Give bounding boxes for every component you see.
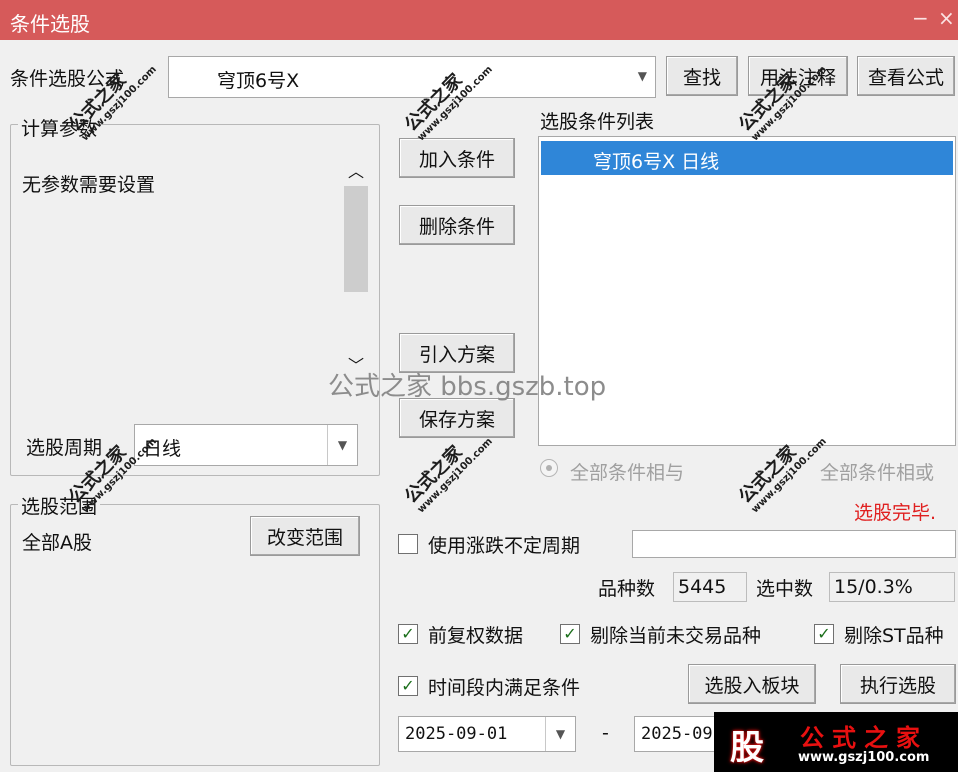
forward-adjust-checkbox[interactable]: ✓ [398,624,418,644]
params-scrollbar[interactable]: ︿ ﹀ [342,156,370,378]
status-text: 选股完毕. [854,502,937,524]
date-to-input[interactable]: 2025-09 [634,716,718,752]
save-scheme-button[interactable]: 保存方案 [399,398,515,438]
uncertain-period-input[interactable] [632,530,956,558]
date-from-value: 2025-09-01 [405,724,508,744]
logic-and-radio[interactable] [540,459,558,477]
add-to-block-button[interactable]: 选股入板块 [688,664,816,704]
add-condition-button[interactable]: 加入条件 [399,138,515,178]
selected-field: 15/0.3% [829,572,955,602]
count-field: 5445 [673,572,747,602]
time-range-label: 时间段内满足条件 [428,677,581,699]
date-to-value: 2025-09 [641,724,713,744]
count-value: 5445 [678,576,727,598]
forward-adjust-label: 前复权数据 [428,625,524,647]
exclude-untraded-checkbox[interactable]: ✓ [560,624,580,644]
view-formula-button[interactable]: 查看公式 [857,56,955,96]
count-label: 品种数 [598,578,656,600]
scrollbar-thumb[interactable] [344,186,368,292]
condition-item-selected[interactable]: 穹顶6号X 日线 [541,141,953,175]
logo-site: www.gszj100.com [798,750,930,765]
exclude-st-checkbox[interactable]: ✓ [814,624,834,644]
selected-label: 选中数 [756,578,814,600]
chevron-down-icon: ▼ [637,69,647,83]
find-button[interactable]: 查找 [666,56,738,96]
change-scope-button[interactable]: 改变范围 [250,516,360,556]
exclude-untraded-label: 剔除当前未交易品种 [590,625,762,647]
formula-dropdown[interactable]: 穹顶6号X ▼ [168,56,656,98]
uncertain-period-label: 使用涨跌不定周期 [428,535,581,557]
logo-char: 股 [730,728,764,768]
title-bar: 条件选股 − × [0,0,958,40]
minimize-icon[interactable]: − [912,6,929,30]
date-separator: - [602,722,609,744]
exclude-st-label: 剔除ST品种 [844,625,944,647]
selected-value: 15/0.3% [834,576,913,598]
center-watermark: 公式之家 bbs.gszb.top [328,372,607,402]
scroll-up-icon[interactable]: ︿ [348,158,364,182]
delete-condition-button[interactable]: 删除条件 [399,205,515,245]
execute-button[interactable]: 执行选股 [840,664,956,704]
condition-item-label: 穹顶6号X 日线 [593,151,720,173]
conditions-header: 选股条件列表 [540,111,655,133]
brand-logo: 股 公式之家 www.gszj100.com [714,712,958,772]
period-label: 选股周期 [26,437,103,459]
logic-or-label[interactable]: 全部条件相或 [820,458,934,485]
date-from-input[interactable]: 2025-09-01 ▼ [398,716,576,752]
params-text: 无参数需要设置 [22,174,156,196]
calendar-dropdown-icon[interactable]: ▼ [545,717,575,751]
time-range-checkbox[interactable]: ✓ [398,676,418,696]
window-title: 条件选股 [10,12,90,36]
logo-brand: 公式之家 [800,723,928,752]
period-dropdown[interactable]: 日线 ▼ [134,424,358,466]
close-icon[interactable]: × [938,6,955,30]
logic-and-label: 全部条件相与 [570,462,685,484]
formula-value: 穹顶6号X [217,70,300,92]
chevron-down-icon: ▼ [327,425,357,465]
scope-value: 全部A股 [22,532,92,554]
uncertain-period-checkbox[interactable] [398,534,418,554]
